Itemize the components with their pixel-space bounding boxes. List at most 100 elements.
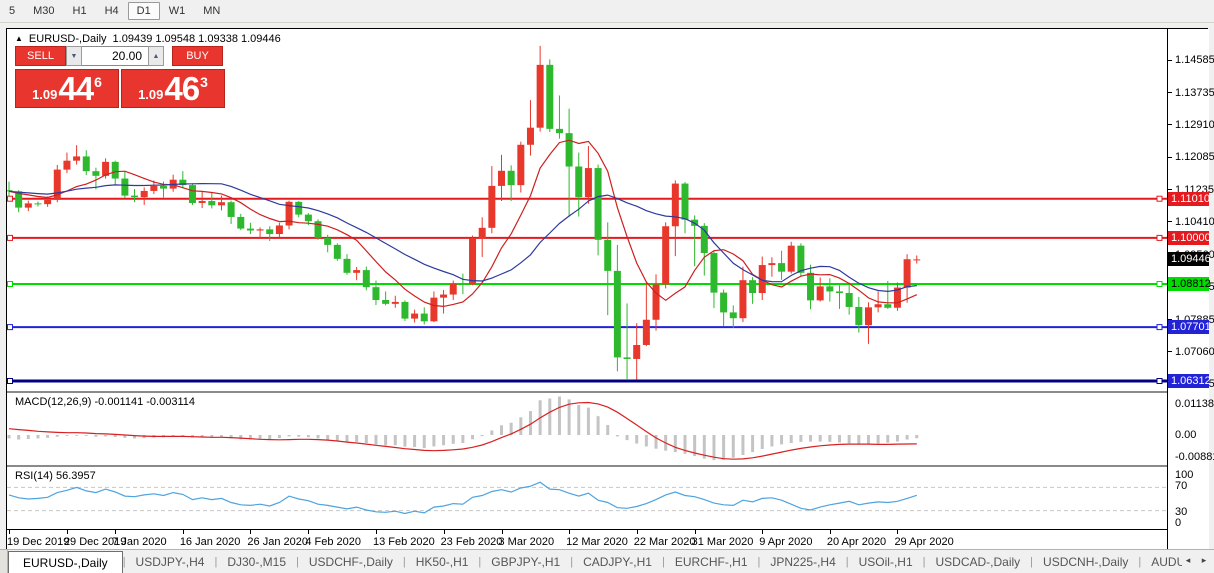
arrow-down-icon: ▼: [71, 53, 78, 60]
buy-price-prefix: 1.09: [138, 85, 163, 105]
timeframe-toolbar: 5M30H1H4D1W1MN: [0, 0, 1214, 23]
sell-price-main: 44: [58, 72, 93, 105]
date-tick-label: 23 Feb 2020: [441, 536, 503, 548]
date-tick-mark: [830, 530, 831, 534]
price-tick-mark: [1168, 60, 1172, 61]
rsi-axis-label: 70: [1175, 480, 1187, 492]
price-tick-mark: [1168, 92, 1172, 93]
buy-price-button[interactable]: 1.09 46 3: [121, 69, 225, 108]
macd-axis-label: 0.011381: [1175, 398, 1214, 410]
price-tick-label: 1.12910: [1175, 119, 1214, 131]
one-click-trade-panel: SELL ▼ 20.00 ▲ BUY 1.09 44 6 1.09 46 3: [15, 46, 231, 108]
date-axis: 19 Dec 201929 Dec 20197 Jan 202016 Jan 2…: [7, 529, 1167, 550]
date-tick-mark: [637, 530, 638, 534]
rsi-indicator-label: RSI(14) 56.3957: [15, 470, 96, 482]
current-price-badge: 1.09446: [1168, 252, 1209, 266]
date-tick-label: 19 Dec 2019: [7, 536, 69, 548]
volume-decrease-button[interactable]: ▼: [66, 46, 82, 66]
volume-input[interactable]: 20.00: [82, 46, 148, 66]
sell-price-prefix: 1.09: [32, 85, 57, 105]
price-axis: 1.145851.137351.129101.120851.112351.104…: [1167, 29, 1209, 549]
timeframe-5[interactable]: 5: [0, 3, 24, 19]
volume-increase-button[interactable]: ▲: [148, 46, 164, 66]
timeframe-mn[interactable]: MN: [194, 3, 229, 19]
chart-tab-hk50[interactable]: HK50-,H1: [406, 550, 479, 573]
date-tick-mark: [115, 530, 116, 534]
date-tick-label: 12 Mar 2020: [566, 536, 628, 548]
price-tick-label: 1.14585: [1175, 54, 1214, 66]
timeframe-w1[interactable]: W1: [160, 3, 195, 19]
date-tick-label: 22 Mar 2020: [634, 536, 696, 548]
buy-price-main: 46: [164, 72, 199, 105]
timeframe-h4[interactable]: H4: [96, 3, 128, 19]
timeframe-h1[interactable]: H1: [64, 3, 96, 19]
chart-tab-bar: EURUSD-,Daily|USDJPY-,H4|DJ30-,M15|USDCH…: [0, 549, 1214, 573]
price-tick-mark: [1168, 124, 1172, 125]
date-tick-mark: [67, 530, 68, 534]
chart-tab-usdcnh[interactable]: USDCNH-,Daily: [1033, 550, 1138, 573]
chevron-right-icon: ▸: [1202, 555, 1207, 566]
date-tick-mark: [308, 530, 309, 534]
chart-tab-usoil[interactable]: USOil-,H1: [849, 550, 923, 573]
chart-tab-eurchf[interactable]: EURCHF-,H1: [665, 550, 758, 573]
chart-tab-usdjpy[interactable]: USDJPY-,H4: [126, 550, 215, 573]
date-tick-mark: [9, 530, 10, 534]
level-price-badge: 1.06312: [1168, 374, 1209, 388]
date-tick-label: 16 Jan 2020: [180, 536, 241, 548]
date-tick-mark: [897, 530, 898, 534]
price-tick-label: 1.10410: [1175, 216, 1214, 228]
date-tick-mark: [376, 530, 377, 534]
price-tick-mark: [1168, 157, 1172, 158]
chart-window: ▲ EURUSD-,Daily 1.09439 1.09548 1.09338 …: [6, 28, 1208, 549]
date-tick-label: 29 Apr 2020: [894, 536, 953, 548]
date-tick-label: 20 Apr 2020: [827, 536, 886, 548]
price-tick-mark: [1168, 189, 1172, 190]
rsi-axis-label: 0: [1175, 517, 1181, 529]
level-price-badge: 1.10000: [1168, 231, 1209, 245]
arrow-up-icon: ▲: [153, 53, 160, 60]
date-tick-mark: [250, 530, 251, 534]
price-tick-label: 1.07060: [1175, 346, 1214, 358]
macd-axis-label: -0.00881: [1175, 451, 1214, 463]
date-tick-mark: [762, 530, 763, 534]
chart-tab-eurusd[interactable]: EURUSD-,Daily: [8, 551, 123, 573]
macd-axis-label: 0.00: [1175, 429, 1196, 441]
level-price-badge: 1.08812: [1168, 277, 1209, 291]
date-tick-label: 3 Mar 2020: [499, 536, 555, 548]
date-tick-label: 31 Mar 2020: [692, 536, 754, 548]
date-tick-label: 9 Apr 2020: [759, 536, 812, 548]
trading-terminal: 5M30H1H4D1W1MN ▲ EURUSD-,Daily 1.09439 1…: [0, 0, 1214, 573]
chart-title-row: ▲ EURUSD-,Daily 1.09439 1.09548 1.09338 …: [15, 33, 281, 45]
sell-price-button[interactable]: 1.09 44 6: [15, 69, 119, 108]
price-tick-label: 1.13735: [1175, 87, 1214, 99]
date-tick-mark: [502, 530, 503, 534]
chart-tab-jpn225[interactable]: JPN225-,H4: [760, 550, 845, 573]
tab-scroll-arrows: ◂ ▸: [1182, 552, 1210, 568]
date-tick-label: 13 Feb 2020: [373, 536, 435, 548]
buy-button[interactable]: BUY: [172, 46, 223, 66]
macd-indicator-label: MACD(12,26,9) -0.001141 -0.003114: [15, 396, 195, 408]
date-tick-mark: [695, 530, 696, 534]
chart-tab-usdcad[interactable]: USDCAD-,Daily: [925, 550, 1030, 573]
chevron-left-icon: ◂: [1186, 555, 1191, 566]
tab-scroll-right-button[interactable]: ▸: [1198, 552, 1210, 568]
price-tick-mark: [1168, 351, 1172, 352]
tabbar-left-edge: [0, 550, 8, 573]
date-tick-mark: [444, 530, 445, 534]
date-tick-mark: [569, 530, 570, 534]
timeframe-d1[interactable]: D1: [128, 2, 160, 20]
sell-button[interactable]: SELL: [15, 46, 66, 66]
chart-tab-gbpjpy[interactable]: GBPJPY-,H1: [481, 550, 570, 573]
timeframe-m30[interactable]: M30: [24, 3, 63, 19]
chart-menu-triangle-icon[interactable]: ▲: [15, 34, 23, 44]
chart-tab-usdchf[interactable]: USDCHF-,Daily: [299, 550, 403, 573]
date-tick-label: 4 Feb 2020: [305, 536, 361, 548]
chart-ohlc-values: 1.09439 1.09548 1.09338 1.09446: [113, 33, 281, 45]
date-tick-label: 26 Jan 2020: [247, 536, 308, 548]
chart-tab-cadjpy[interactable]: CADJPY-,H1: [573, 550, 662, 573]
tab-scroll-left-button[interactable]: ◂: [1182, 552, 1194, 568]
date-tick-label: 7 Jan 2020: [112, 536, 166, 548]
price-tick-mark: [1168, 221, 1172, 222]
chart-tab-dj30[interactable]: DJ30-,M15: [217, 550, 296, 573]
chart-symbol-title: EURUSD-,Daily: [29, 33, 107, 45]
